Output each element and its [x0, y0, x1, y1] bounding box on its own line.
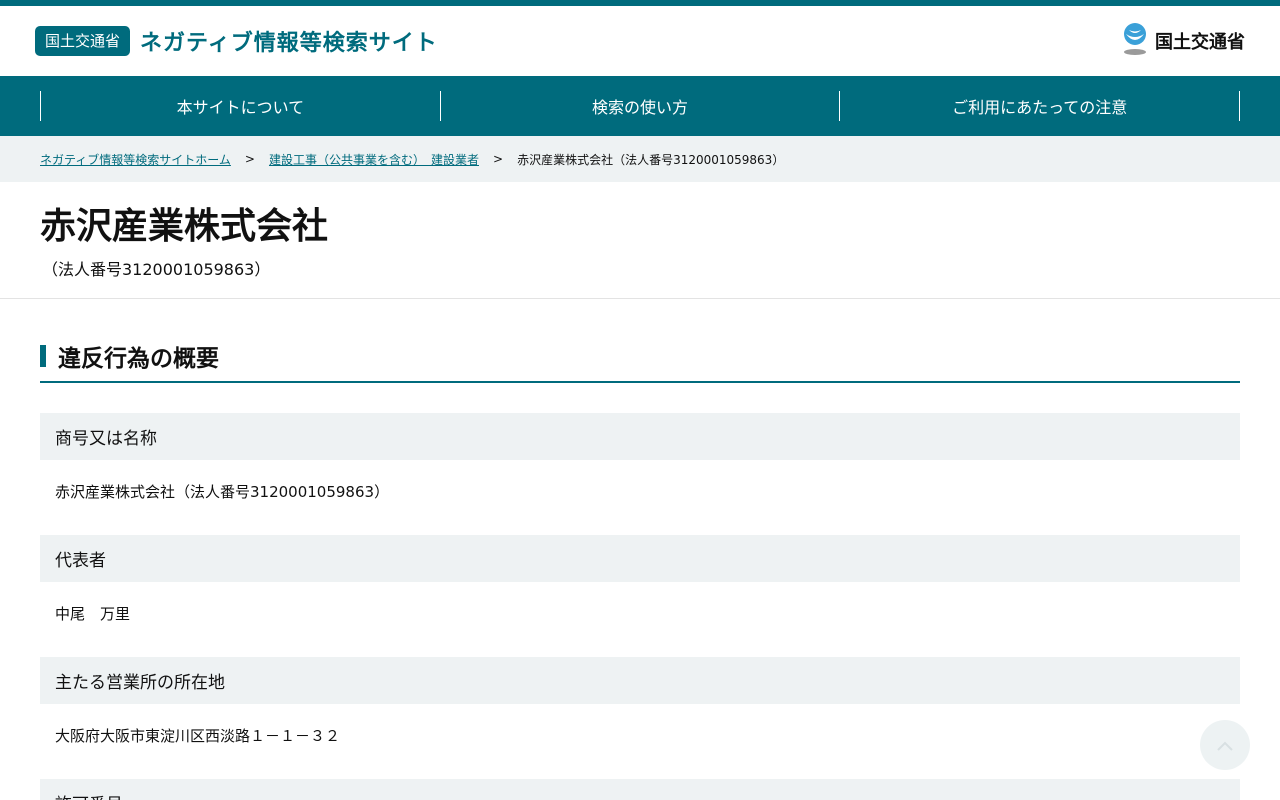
heading-accent-bar	[40, 345, 46, 367]
site-title[interactable]: ネガティブ情報等検索サイト	[140, 25, 438, 57]
breadcrumb: ネガティブ情報等検索サイトホーム > 建設工事（公共事業を含む） 建設業者 > …	[0, 136, 1280, 182]
company-heading-block: 赤沢産業株式会社 （法人番号3120001059863）	[0, 182, 1280, 299]
site-brand[interactable]: 国土交通省 ネガティブ情報等検索サイト	[35, 25, 438, 57]
page-title: 赤沢産業株式会社	[40, 206, 329, 247]
breadcrumb-separator: >	[493, 152, 504, 166]
nav-item-usage-notes[interactable]: ご利用にあたっての注意	[839, 91, 1241, 121]
field-label-office-address: 主たる営業所の所在地	[40, 657, 1240, 704]
breadcrumb-separator: >	[244, 152, 255, 166]
chevron-up-icon	[1217, 736, 1233, 755]
field-value-representative: 中尾 万里	[55, 604, 131, 623]
section-title: 違反行為の概要	[58, 346, 219, 372]
field-value-company-name: 赤沢産業株式会社（法人番号3120001059863）	[55, 482, 390, 501]
breadcrumb-home-link[interactable]: ネガティブ情報等検索サイトホーム	[40, 151, 231, 168]
section-heading: 違反行為の概要	[40, 339, 1240, 383]
logo-text: 国土交通省	[1155, 32, 1245, 53]
nav-item-about[interactable]: 本サイトについて	[40, 91, 440, 121]
breadcrumb-category-link[interactable]: 建設工事（公共事業を含む） 建設業者	[269, 151, 479, 168]
field-value-office-address: 大阪府大阪市東淀川区西淡路１－１－３２	[55, 726, 341, 745]
field-label-license-number: 許可番号	[40, 779, 1240, 800]
corporate-number: （法人番号3120001059863）	[42, 260, 271, 279]
back-to-top-button[interactable]	[1200, 720, 1250, 770]
nav-item-how-to-search[interactable]: 検索の使い方	[439, 91, 840, 121]
ministry-logo[interactable]: 国土交通省	[1121, 22, 1245, 60]
breadcrumb-current: 赤沢産業株式会社（法人番号3120001059863）	[517, 152, 785, 167]
global-nav: 本サイトについて 検索の使い方 ご利用にあたっての注意	[0, 76, 1280, 136]
ministry-badge: 国土交通省	[35, 26, 131, 56]
field-label-company-name: 商号又は名称	[40, 413, 1240, 460]
field-label-representative: 代表者	[40, 535, 1240, 582]
mlit-logo-icon	[1121, 22, 1149, 60]
site-header: 国土交通省 ネガティブ情報等検索サイト 国土交通省	[0, 6, 1280, 76]
main-content: 違反行為の概要 商号又は名称 赤沢産業株式会社（法人番号312000105986…	[0, 299, 1280, 800]
